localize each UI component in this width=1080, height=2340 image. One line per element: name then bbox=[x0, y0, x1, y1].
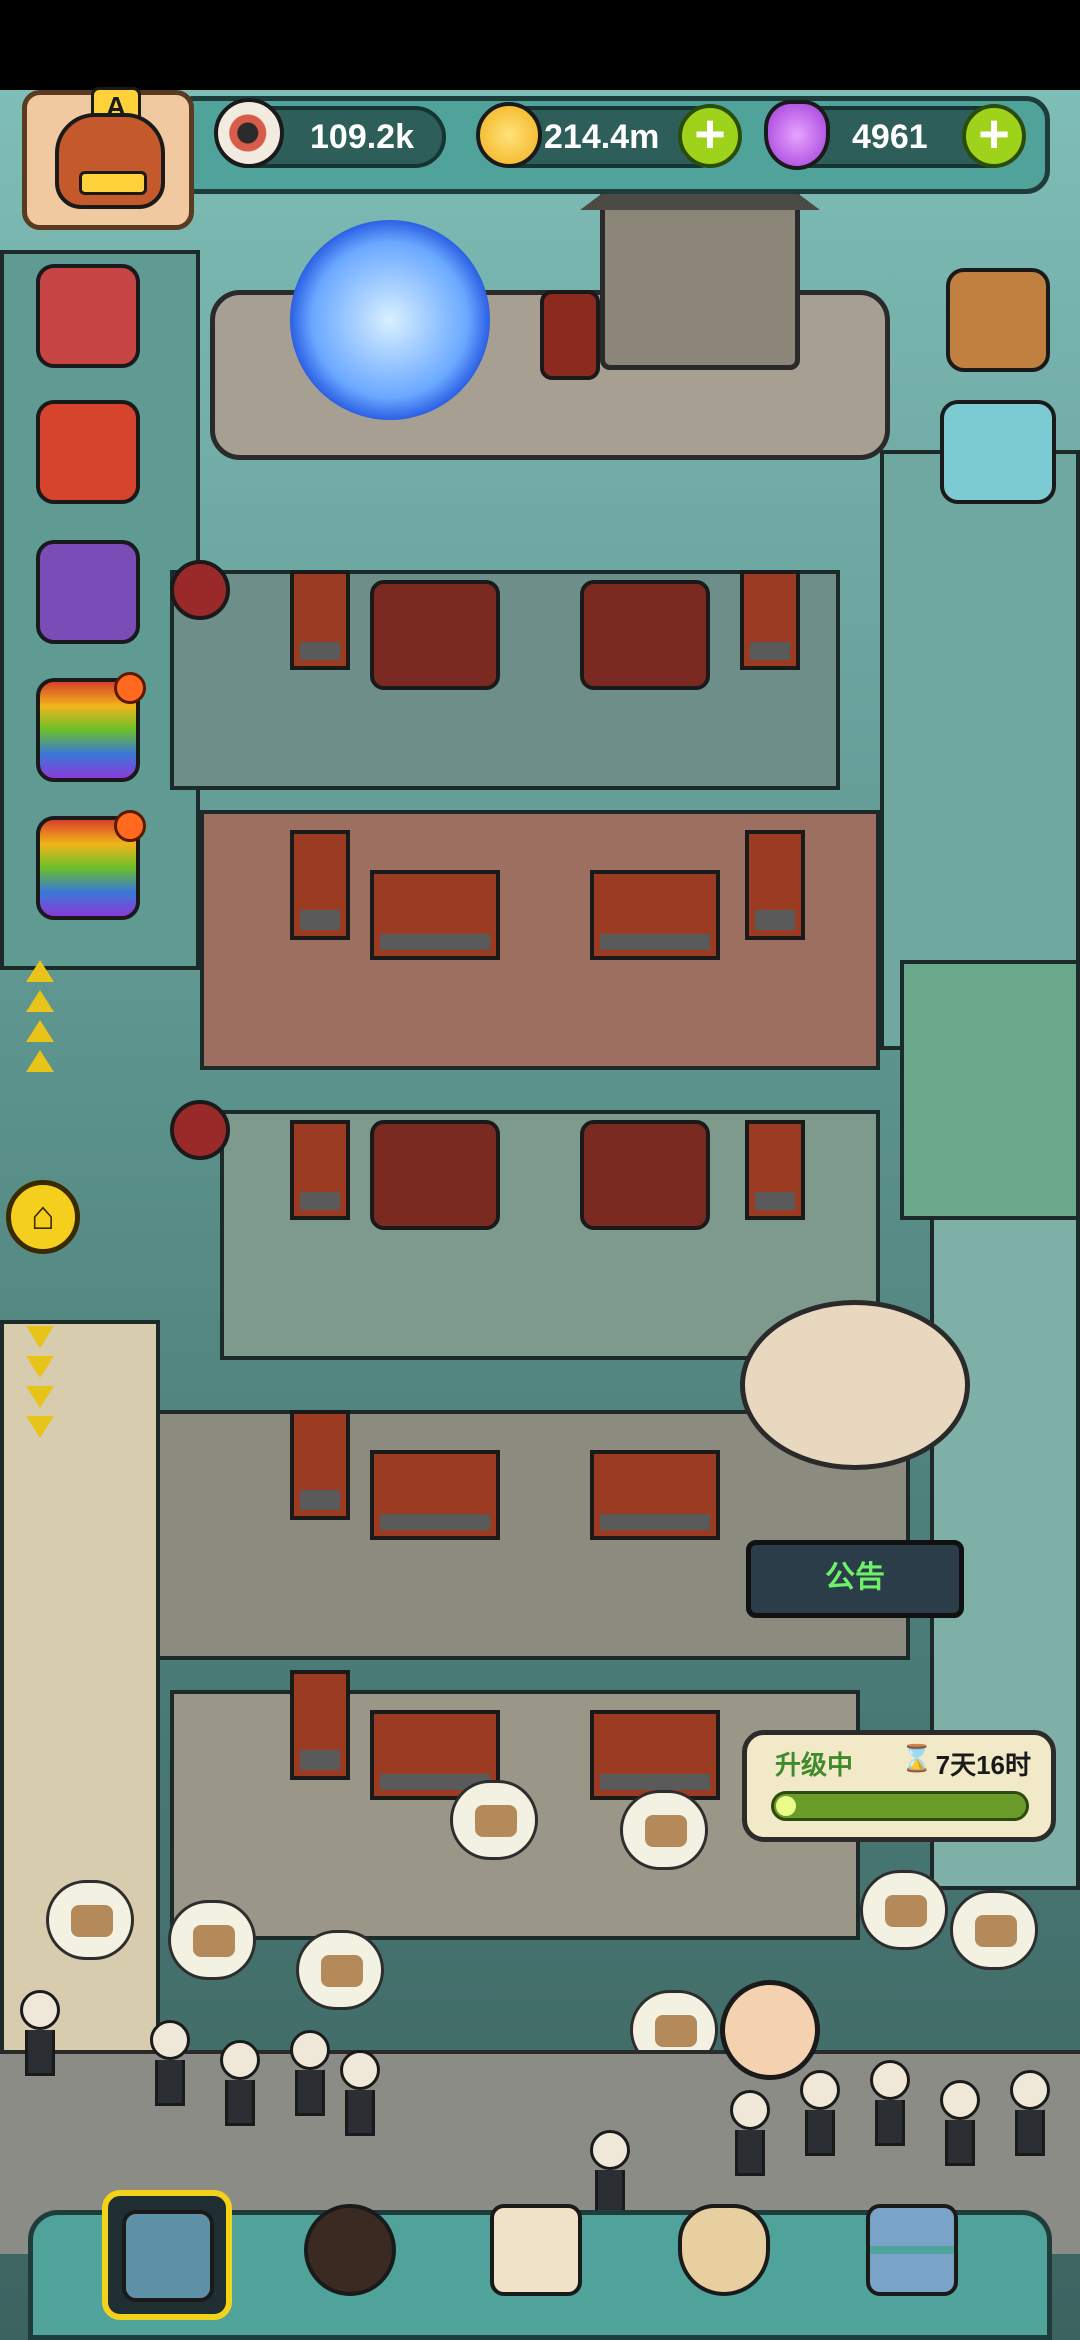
monster-character[interactable] bbox=[870, 2060, 910, 2150]
add-potions-button[interactable]: + bbox=[962, 104, 1026, 168]
gift-box-red-icon[interactable] bbox=[36, 264, 140, 368]
monster-character[interactable] bbox=[800, 2070, 840, 2160]
room-crest[interactable] bbox=[370, 580, 500, 690]
upgrade-progress-fill bbox=[776, 1796, 796, 1816]
speech-bubble[interactable] bbox=[450, 1780, 538, 1860]
window bbox=[290, 1120, 350, 1220]
eyeball-pod[interactable] bbox=[170, 560, 230, 620]
blue-portal-orb[interactable] bbox=[290, 220, 490, 420]
grid-menu-tab[interactable] bbox=[852, 2190, 982, 2320]
card-pack-icon[interactable] bbox=[36, 540, 140, 644]
upgrade-time-remaining: 7天16时 bbox=[935, 1750, 1031, 1780]
monster-tab[interactable] bbox=[290, 2190, 420, 2320]
upgrade-status-label: 升级中 bbox=[775, 1750, 854, 1780]
monster-character[interactable] bbox=[340, 2050, 380, 2140]
window bbox=[590, 870, 720, 960]
window bbox=[370, 1450, 500, 1540]
window bbox=[290, 570, 350, 670]
money-bag-icon bbox=[678, 2204, 770, 2296]
window bbox=[290, 830, 350, 940]
room-crest[interactable] bbox=[580, 1120, 710, 1230]
notification-dot bbox=[114, 810, 146, 842]
window bbox=[745, 1120, 805, 1220]
purple-potion-icon bbox=[764, 100, 830, 170]
window bbox=[370, 870, 500, 960]
tribal-mask-monster[interactable] bbox=[540, 290, 600, 380]
window bbox=[740, 570, 800, 670]
scroll-up-arrow[interactable] bbox=[26, 990, 54, 1012]
scroll-down-arrow[interactable] bbox=[26, 1326, 54, 1348]
shop-front-icon bbox=[122, 2210, 214, 2302]
scroll-down-arrow[interactable] bbox=[26, 1386, 54, 1408]
notification-dot bbox=[114, 672, 146, 704]
add-coins-button[interactable]: + bbox=[678, 104, 742, 168]
left-cream-building bbox=[0, 1320, 160, 2080]
speech-bubble[interactable] bbox=[46, 1880, 134, 1960]
speech-bubble[interactable] bbox=[620, 1790, 708, 1870]
rainbow-gift-icon-2[interactable] bbox=[36, 810, 146, 920]
backpack-icon[interactable] bbox=[946, 268, 1050, 372]
fire-monster-icon bbox=[304, 2204, 396, 2296]
eyeball-icon bbox=[214, 98, 284, 168]
home-button[interactable]: ⌂ bbox=[6, 1180, 80, 1254]
monster-face-icon bbox=[55, 113, 165, 209]
money-bag-tab[interactable] bbox=[664, 2190, 794, 2320]
speech-bubble[interactable] bbox=[296, 1930, 384, 2010]
speech-bubble[interactable] bbox=[950, 1890, 1038, 1970]
green-roof-building bbox=[900, 960, 1080, 1220]
monster-character[interactable] bbox=[1010, 2070, 1050, 2160]
window bbox=[745, 830, 805, 940]
open-book-icon bbox=[490, 2204, 582, 2296]
potion-count: 4961 bbox=[852, 118, 928, 156]
book-tab[interactable] bbox=[476, 2190, 606, 2320]
monster-character[interactable] bbox=[940, 2080, 980, 2170]
coin-count: 214.4m bbox=[544, 118, 660, 156]
hourglass-icon: ⌛ bbox=[900, 1743, 933, 1773]
airship-balloon[interactable] bbox=[740, 1300, 970, 1470]
grill-mouth bbox=[79, 171, 147, 195]
game-scene[interactable] bbox=[0, 90, 1080, 2340]
eyeball-count: 109.2k bbox=[310, 118, 414, 156]
player-avatar[interactable]: A bbox=[22, 87, 194, 230]
monster-character[interactable] bbox=[730, 2090, 770, 2180]
speech-bubble[interactable] bbox=[168, 1900, 256, 1980]
notice-board-sign[interactable]: 公告 bbox=[746, 1540, 964, 1618]
building-tab[interactable] bbox=[102, 2190, 232, 2320]
rainbow-gift-icon-1[interactable] bbox=[36, 672, 146, 782]
monster-eggs-icon[interactable] bbox=[940, 400, 1056, 504]
monster-character[interactable] bbox=[20, 1990, 60, 2080]
scroll-down-arrow[interactable] bbox=[26, 1356, 54, 1378]
room-crest[interactable] bbox=[580, 580, 710, 690]
upgrade-progress-bar bbox=[771, 1791, 1029, 1821]
monster-character[interactable] bbox=[290, 2030, 330, 2120]
window bbox=[290, 1670, 350, 1780]
window bbox=[590, 1710, 720, 1800]
scroll-up-arrow[interactable] bbox=[26, 1020, 54, 1042]
monster-character[interactable] bbox=[150, 2020, 190, 2110]
room-crest[interactable] bbox=[370, 1120, 500, 1230]
scroll-up-arrow[interactable] bbox=[26, 960, 54, 982]
scroll-up-arrow[interactable] bbox=[26, 1050, 54, 1072]
status-bar bbox=[0, 0, 1080, 90]
speech-bubble[interactable] bbox=[860, 1870, 948, 1950]
monster-character[interactable] bbox=[220, 2040, 260, 2130]
grid-icon bbox=[866, 2204, 958, 2296]
window bbox=[290, 1410, 350, 1520]
scroll-down-arrow[interactable] bbox=[26, 1416, 54, 1438]
strawberry-gift-icon[interactable] bbox=[36, 400, 140, 504]
eyeball-pod[interactable] bbox=[170, 1100, 230, 1160]
round-mascot-face[interactable] bbox=[720, 1980, 820, 2080]
upgrade-status-panel[interactable]: 升级中 ⌛ 7天16时 bbox=[742, 1730, 1056, 1842]
gold-coin-icon bbox=[476, 102, 542, 168]
window bbox=[590, 1450, 720, 1540]
